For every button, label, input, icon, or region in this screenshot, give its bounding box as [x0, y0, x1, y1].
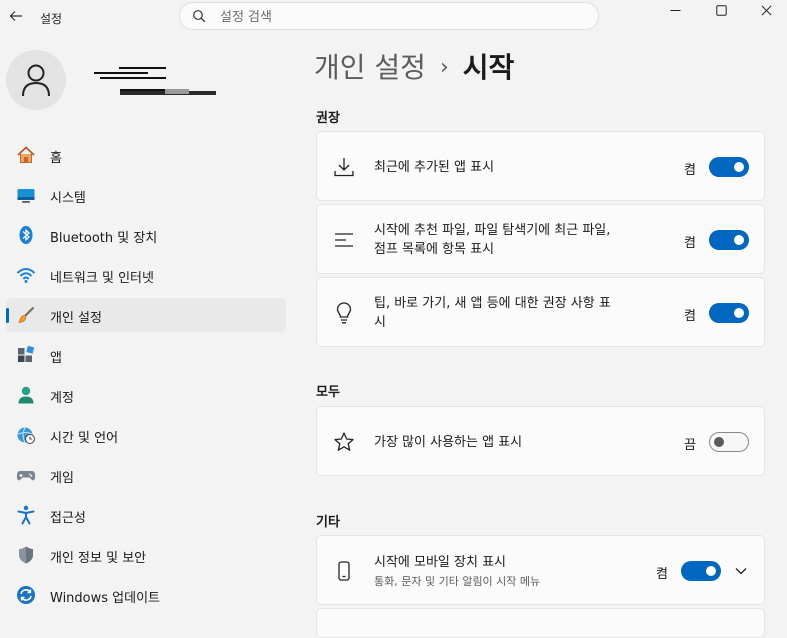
close-button[interactable]: [743, 0, 787, 20]
tips-toggle[interactable]: [709, 303, 749, 323]
sidebar-item-network[interactable]: 네트워크 및 인터넷: [6, 258, 286, 292]
globe-clock-icon: [17, 427, 35, 444]
setting-label: 가장 많이 사용하는 앱 표시: [374, 435, 523, 450]
sidebar-item-accessibility[interactable]: 접근성: [6, 498, 286, 532]
toggle-state-label: 켬: [656, 567, 668, 582]
breadcrumb-parent[interactable]: 개인 설정: [314, 51, 426, 84]
setting-label: 시작에 추천 파일, 파일 탐색기에 최근 파일,: [374, 223, 611, 238]
sidebar-item-label: Windows 업데이트: [50, 591, 161, 606]
sidebar-item-label: 앱: [50, 351, 62, 366]
toggle-state-label: 켬: [684, 236, 696, 251]
sidebar-item-label: 개인 설정: [50, 311, 102, 326]
setting-recommended-files[interactable]: 시작에 추천 파일, 파일 탐색기에 최근 파일, 점프 목록에 항목 표시 켬: [316, 204, 765, 274]
sidebar-item-label: 계정: [50, 391, 74, 406]
sidebar-item-accounts[interactable]: 계정: [6, 378, 286, 412]
sidebar-item-bluetooth[interactable]: Bluetooth 및 장치: [6, 218, 286, 252]
toggle-state-label: 켬: [684, 163, 696, 178]
toggle-state-label: 끔: [684, 438, 696, 453]
apps-icon: [18, 345, 35, 362]
arrow-left-icon: [9, 11, 22, 21]
sidebar-item-label: 시스템: [50, 191, 86, 206]
sidebar-item-gaming[interactable]: 게임: [6, 458, 286, 492]
system-icon: [17, 189, 35, 203]
bluetooth-icon: [19, 226, 33, 244]
setting-tips[interactable]: 팁, 바로 가기, 새 앱 등에 대한 권장 사항 표 시 켬: [316, 277, 765, 347]
sidebar-item-label: 개인 정보 및 보안: [50, 551, 147, 566]
mobile-device-toggle[interactable]: [681, 561, 721, 581]
setting-label: 시작에 모바일 장치 표시: [374, 555, 506, 570]
sidebar-item-home[interactable]: 홈: [6, 138, 286, 172]
section-title-all: 모두: [316, 385, 340, 400]
avatar: [6, 50, 66, 110]
sidebar-item-windows-update[interactable]: Windows 업데이트: [6, 578, 286, 612]
star-icon: [334, 432, 354, 451]
update-icon: [17, 586, 35, 604]
account-icon: [18, 386, 34, 404]
shield-icon: [19, 546, 33, 564]
recommended-files-toggle[interactable]: [709, 230, 749, 250]
most-used-apps-toggle[interactable]: [709, 432, 749, 452]
search-box[interactable]: [179, 2, 599, 30]
person-icon: [22, 64, 50, 97]
section-title-other: 기타: [316, 515, 340, 530]
setting-recent-apps[interactable]: 최근에 추가된 앱 표시 켬: [316, 131, 765, 201]
sidebar-item-label: 홈: [50, 151, 62, 166]
brush-icon: [18, 306, 35, 323]
setting-label-line2: 점프 목록에 항목 표시: [374, 242, 495, 257]
breadcrumb-separator: ›: [439, 55, 449, 80]
back-button[interactable]: [6, 8, 26, 28]
download-icon: [334, 158, 354, 177]
chevron-down-icon[interactable]: [734, 564, 748, 578]
sidebar-item-label: 접근성: [50, 511, 86, 526]
section-title-recommended: 권장: [316, 111, 340, 126]
minimize-icon: [670, 9, 680, 11]
maximize-icon: [715, 4, 727, 16]
home-icon: [17, 146, 35, 163]
close-icon: [760, 4, 772, 16]
title-bar: 설정: [0, 0, 787, 36]
sidebar-item-label: Bluetooth 및 장치: [50, 231, 158, 246]
minimize-button[interactable]: [652, 0, 698, 20]
setting-label: 최근에 추가된 앱 표시: [374, 160, 495, 175]
sidebar-item-label: 시간 및 언어: [50, 431, 119, 446]
app-title: 설정: [40, 12, 63, 26]
sidebar-item-apps[interactable]: 앱: [6, 338, 286, 372]
phone-icon: [338, 561, 350, 581]
breadcrumb: 개인 설정 › 시작: [314, 46, 514, 86]
list-icon: [335, 233, 353, 247]
sidebar-item-system[interactable]: 시스템: [6, 178, 286, 212]
setting-description: 통화, 문자 및 기타 알림이 시작 메뉴: [374, 575, 541, 588]
wifi-icon: [16, 268, 36, 283]
setting-label-line2: 시: [374, 315, 386, 330]
sidebar-item-time-language[interactable]: 시간 및 언어: [6, 418, 286, 452]
setting-next-partial[interactable]: [316, 608, 765, 638]
accessibility-icon: [17, 505, 35, 525]
search-input[interactable]: [218, 6, 592, 28]
toggle-state-label: 켬: [684, 309, 696, 324]
setting-mobile-device[interactable]: 시작에 모바일 장치 표시 통화, 문자 및 기타 알림이 시작 메뉴 켬: [316, 535, 765, 605]
setting-label: 팁, 바로 가기, 새 앱 등에 대한 권장 사항 표: [374, 296, 611, 311]
sidebar-item-label: 게임: [50, 471, 74, 486]
sidebar-item-privacy-security[interactable]: 개인 정보 및 보안: [6, 538, 286, 572]
page-title: 시작: [462, 51, 515, 84]
setting-most-used-apps[interactable]: 가장 많이 사용하는 앱 표시 끔: [316, 406, 765, 476]
sidebar-item-personalization[interactable]: 개인 설정: [6, 298, 286, 332]
maximize-button[interactable]: [698, 0, 744, 20]
search-icon: [193, 10, 206, 23]
recent-apps-toggle[interactable]: [709, 157, 749, 177]
gamepad-icon: [16, 471, 36, 481]
lightbulb-icon: [336, 302, 352, 324]
sidebar-item-label: 네트워크 및 인터넷: [50, 271, 154, 286]
